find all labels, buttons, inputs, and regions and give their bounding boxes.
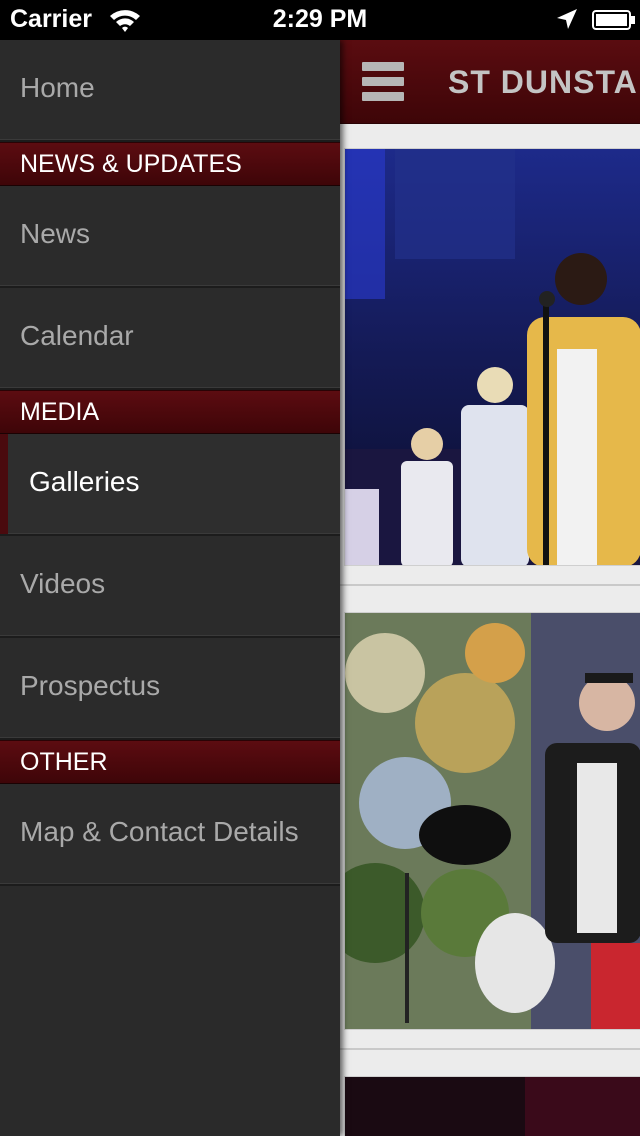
performance-photo-image — [345, 613, 640, 1029]
menu-item-label: Prospectus — [20, 670, 161, 701]
section-header-label: NEWS & UPDATES — [20, 150, 242, 178]
menu-item-galleries[interactable]: Galleries — [0, 434, 340, 536]
menu-item-home[interactable]: Home — [0, 40, 340, 142]
location-icon — [557, 9, 577, 29]
section-header-label: OTHER — [20, 748, 108, 776]
performance-photo-image — [345, 1077, 640, 1136]
gallery-photo[interactable] — [344, 148, 640, 566]
menu-item-prospectus[interactable]: Prospectus — [0, 638, 340, 740]
menu-item-calendar[interactable]: Calendar — [0, 288, 340, 390]
card-divider — [340, 584, 640, 586]
battery-icon — [592, 10, 635, 30]
main-content: ST DUNSTA — [340, 40, 640, 1136]
section-header-other: OTHER — [0, 740, 340, 784]
menu-item-label: Home — [20, 72, 95, 103]
top-bar: ST DUNSTA — [340, 40, 640, 124]
clock: 2:29 PM — [272, 5, 368, 33]
navigation-drawer: Home NEWS & UPDATES News Calendar MEDIA … — [0, 40, 340, 1136]
menu-item-label: Videos — [20, 568, 106, 599]
active-indicator — [0, 434, 8, 534]
card-divider — [340, 1048, 640, 1050]
section-header-news-updates: NEWS & UPDATES — [0, 142, 340, 186]
page-title: ST DUNSTA — [448, 64, 638, 100]
status-bar: Carrier 2:29 PM — [0, 0, 640, 40]
hamburger-icon[interactable] — [362, 62, 404, 102]
menu-item-label: Map & Contact Details — [20, 816, 299, 847]
menu-item-news[interactable]: News — [0, 186, 340, 288]
menu-item-map-contact[interactable]: Map & Contact Details — [0, 784, 340, 886]
gallery-photo[interactable] — [344, 612, 640, 1030]
menu-item-videos[interactable]: Videos — [0, 536, 340, 638]
performance-photo-image — [345, 149, 640, 565]
gallery-photo[interactable] — [344, 1076, 640, 1136]
menu-item-label: Galleries — [29, 466, 140, 497]
section-header-media: MEDIA — [0, 390, 340, 434]
section-header-label: MEDIA — [20, 398, 100, 426]
menu-item-label: Calendar — [20, 320, 134, 351]
menu-item-label: News — [20, 218, 91, 249]
